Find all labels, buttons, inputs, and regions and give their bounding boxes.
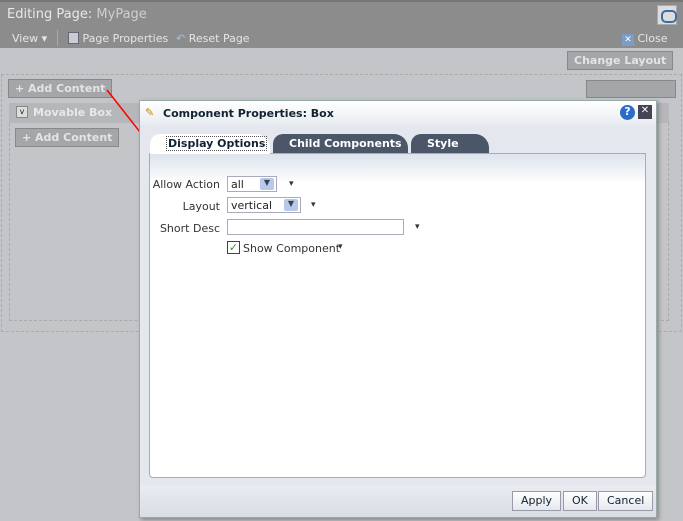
chevron-down-icon[interactable]: ▾	[415, 222, 420, 232]
short-desc-input[interactable]	[227, 219, 404, 235]
show-component-label: Show Component	[243, 242, 341, 255]
short-desc-label: Short Desc	[159, 222, 220, 235]
chevron-down-icon[interactable]: ▾	[311, 200, 316, 210]
layout-label: Layout	[182, 200, 220, 213]
dialog-footer: Apply OK Cancel	[140, 485, 656, 517]
dialog-title: Component Properties: Box	[163, 107, 334, 120]
tab-style[interactable]: Style	[411, 134, 489, 154]
allow-action-label: Allow Action	[152, 178, 220, 191]
apply-button[interactable]: Apply	[512, 491, 562, 511]
tab-display-options[interactable]: Display Options	[150, 134, 270, 154]
display-options-panel: Allow Action all ▼ ▾ Layout vertical ▼ ▾ S…	[149, 153, 646, 478]
chevron-down-icon[interactable]: ▾	[338, 242, 343, 252]
dropdown-icon: ▼	[260, 178, 274, 190]
help-icon[interactable]: ?	[620, 105, 635, 120]
tab-child-components[interactable]: Child Components	[273, 134, 408, 154]
component-properties-dialog: ✎ Component Properties: Box ? ✕ Display …	[139, 100, 657, 518]
show-component-checkbox[interactable]: ✓	[227, 241, 240, 254]
chevron-down-icon[interactable]: ▾	[289, 179, 294, 189]
cancel-button[interactable]: Cancel	[598, 491, 654, 511]
dialog-close-icon[interactable]: ✕	[638, 105, 652, 119]
dropdown-icon: ▼	[284, 199, 298, 211]
layout-select[interactable]: vertical ▼	[227, 197, 301, 213]
ok-button[interactable]: OK	[563, 491, 597, 511]
dialog-titlebar: ✎ Component Properties: Box ? ✕	[140, 101, 656, 125]
edit-icon: ✎	[145, 106, 155, 119]
allow-action-select[interactable]: all ▼	[227, 176, 277, 192]
